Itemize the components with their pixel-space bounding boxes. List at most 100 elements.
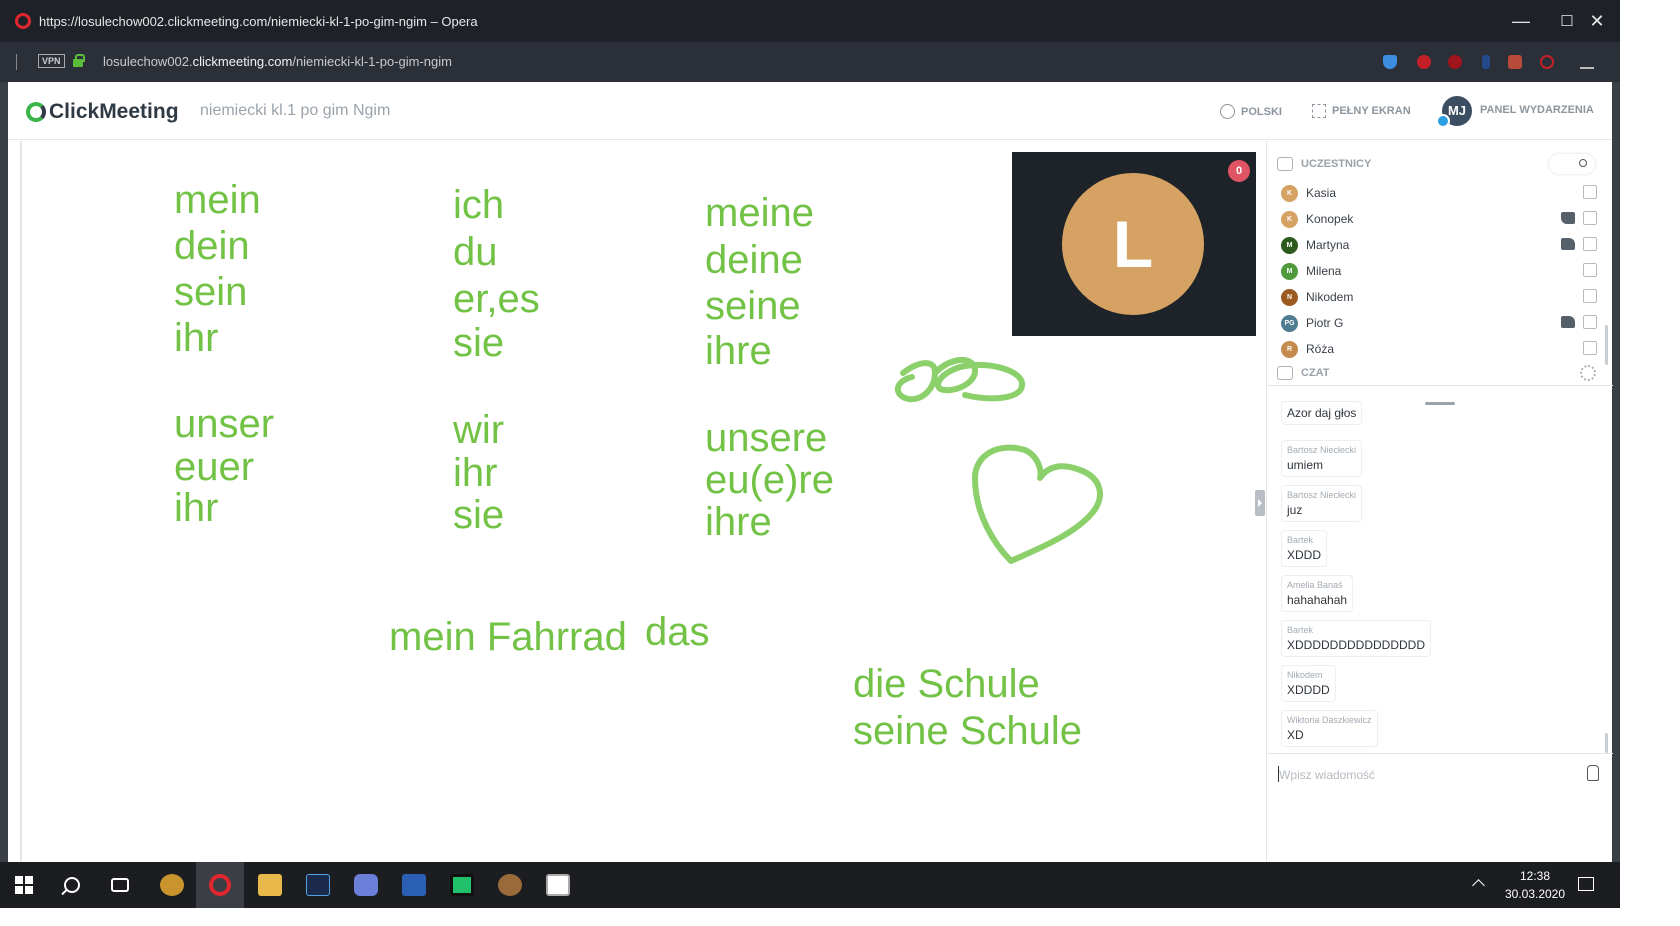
- participants-icon: [1277, 157, 1293, 171]
- device-icon: [1583, 289, 1597, 303]
- device-icon: [1583, 263, 1597, 277]
- webcam-tile[interactable]: L 0: [1012, 152, 1256, 336]
- participant-name: Kasia: [1306, 186, 1337, 200]
- message-text: Azor daj głos: [1287, 406, 1357, 420]
- participant-row[interactable]: PG Piotr G: [1281, 311, 1597, 335]
- message-text: XDDDD: [1287, 683, 1330, 697]
- chat-title: CZAT: [1301, 367, 1330, 379]
- search-icon: [64, 877, 80, 893]
- participant-row[interactable]: K Kasia: [1281, 181, 1597, 205]
- participant-row[interactable]: K Konopek: [1281, 207, 1597, 231]
- participant-initial: N: [1281, 288, 1298, 306]
- battlenet-icon: [306, 874, 330, 896]
- participant-row[interactable]: M Milena: [1281, 259, 1597, 283]
- resize-handle[interactable]: [1425, 402, 1455, 405]
- taskbar-app[interactable]: [438, 862, 486, 908]
- thumbs-down-icon: [1561, 212, 1575, 224]
- panel-collapse-handle[interactable]: [1255, 490, 1265, 516]
- participant-initial: K: [1281, 184, 1298, 202]
- taskbar-app[interactable]: [390, 862, 438, 908]
- taskbar-app[interactable]: [534, 862, 582, 908]
- task-view-button[interactable]: [96, 862, 144, 908]
- chat-scrollbar[interactable]: [1605, 733, 1608, 753]
- chat-message: Azor daj głos: [1281, 401, 1363, 425]
- monitor-icon: [1583, 237, 1597, 251]
- participant-initial: PG: [1281, 314, 1298, 332]
- task-view-icon: [111, 878, 129, 892]
- windows-icon: [15, 876, 33, 894]
- clock-time: 12:38: [1519, 869, 1551, 883]
- message-author: Bartek: [1287, 625, 1314, 635]
- participant-name: Róża: [1306, 342, 1335, 356]
- blank-area: [0, 908, 1680, 926]
- taskbar-app[interactable]: [486, 862, 534, 908]
- message-text: XDDDDDDDDDDDDDDD: [1287, 638, 1425, 652]
- screen: https://losulechow002.clickmeeting.com/n…: [0, 0, 1680, 926]
- word-icon: [402, 874, 426, 896]
- message-author: Bartosz Niecłecki: [1287, 490, 1357, 500]
- raise-hand-icon[interactable]: [1587, 765, 1599, 781]
- thumbs-up-icon: [1561, 238, 1575, 250]
- thumbs-up-icon: [1561, 316, 1575, 328]
- taskbar-app-opera[interactable]: [196, 862, 244, 908]
- clock-date: 30.03.2020: [1504, 887, 1566, 901]
- monitor-icon: [1583, 315, 1597, 329]
- message-author: Bartosz Niecłecki: [1287, 445, 1357, 455]
- right-panel: UCZESTNICY K Kasia K Konopek M Martyna M…: [1266, 141, 1613, 862]
- photos-icon: [546, 874, 570, 896]
- taskbar-app[interactable]: [342, 862, 390, 908]
- start-button[interactable]: [0, 862, 48, 908]
- message-author: Amelia Banaś: [1287, 580, 1343, 590]
- scribble-drawing: [894, 356, 1025, 403]
- taskbar-app[interactable]: [148, 862, 196, 908]
- participant-row[interactable]: M Martyna: [1281, 233, 1597, 257]
- message-text: umiem: [1287, 458, 1324, 472]
- participant-initial: R: [1281, 340, 1298, 358]
- app-icon: [498, 874, 522, 896]
- chat-message: Bartosz Niecłecki juz: [1281, 485, 1363, 522]
- heart-drawing: [972, 444, 1103, 564]
- chat-message: Wiktoria Daszkiewicz XD: [1281, 710, 1378, 747]
- participant-name: Konopek: [1306, 212, 1354, 226]
- taskbar-app[interactable]: [246, 862, 294, 908]
- chat-message: Bartek XDDDDDDDDDDDDDDD: [1281, 620, 1431, 657]
- chat-header: CZAT: [1267, 356, 1613, 390]
- device-icon: [1583, 341, 1597, 355]
- chat-input-placeholder: Wpisz wiadomość: [1279, 768, 1376, 782]
- participant-name: Nikodem: [1306, 290, 1354, 304]
- message-text: XD: [1287, 728, 1304, 742]
- message-text: hahahahah: [1287, 593, 1348, 607]
- taskbar: 12:38 30.03.2020: [0, 862, 1620, 908]
- participant-initial: M: [1281, 236, 1298, 254]
- participant-name: Milena: [1306, 264, 1342, 278]
- opera-icon: [209, 874, 231, 896]
- gear-icon[interactable]: [1580, 365, 1596, 381]
- participants-header: UCZESTNICY: [1267, 147, 1613, 181]
- message-author: Nikodem: [1287, 670, 1323, 680]
- taskbar-app[interactable]: [294, 862, 342, 908]
- chat-message: Bartosz Niecłecki umiem: [1281, 440, 1363, 477]
- message-text: XDDD: [1287, 548, 1322, 562]
- chat-input[interactable]: Wpisz wiadomość: [1267, 753, 1613, 793]
- discord-icon: [354, 874, 378, 896]
- message-author: Bartek: [1287, 535, 1314, 545]
- participant-name: Piotr G: [1306, 316, 1344, 330]
- device-icon: [1583, 185, 1597, 199]
- message-text: juz: [1287, 503, 1303, 517]
- participant-initial: K: [1281, 210, 1298, 228]
- participants-title: UCZESTNICY: [1301, 158, 1372, 170]
- chat-message: Bartek XDDD: [1281, 530, 1328, 567]
- pycharm-icon: [450, 874, 474, 896]
- wow-icon: [160, 874, 184, 896]
- tray-expand-icon[interactable]: [1472, 879, 1485, 892]
- chat-message: Amelia Banaś hahahahah: [1281, 575, 1354, 612]
- search-button[interactable]: [48, 862, 96, 908]
- participant-row[interactable]: N Nikodem: [1281, 285, 1597, 309]
- clock[interactable]: 12:38 30.03.2020: [1502, 867, 1568, 903]
- viewer-count-badge: 0: [1228, 160, 1250, 182]
- message-author: Wiktoria Daszkiewicz: [1287, 715, 1372, 725]
- participant-name: Martyna: [1306, 238, 1350, 252]
- notifications-icon[interactable]: [1578, 877, 1594, 891]
- monitor-icon: [1583, 211, 1597, 225]
- participant-search-button[interactable]: [1549, 154, 1595, 174]
